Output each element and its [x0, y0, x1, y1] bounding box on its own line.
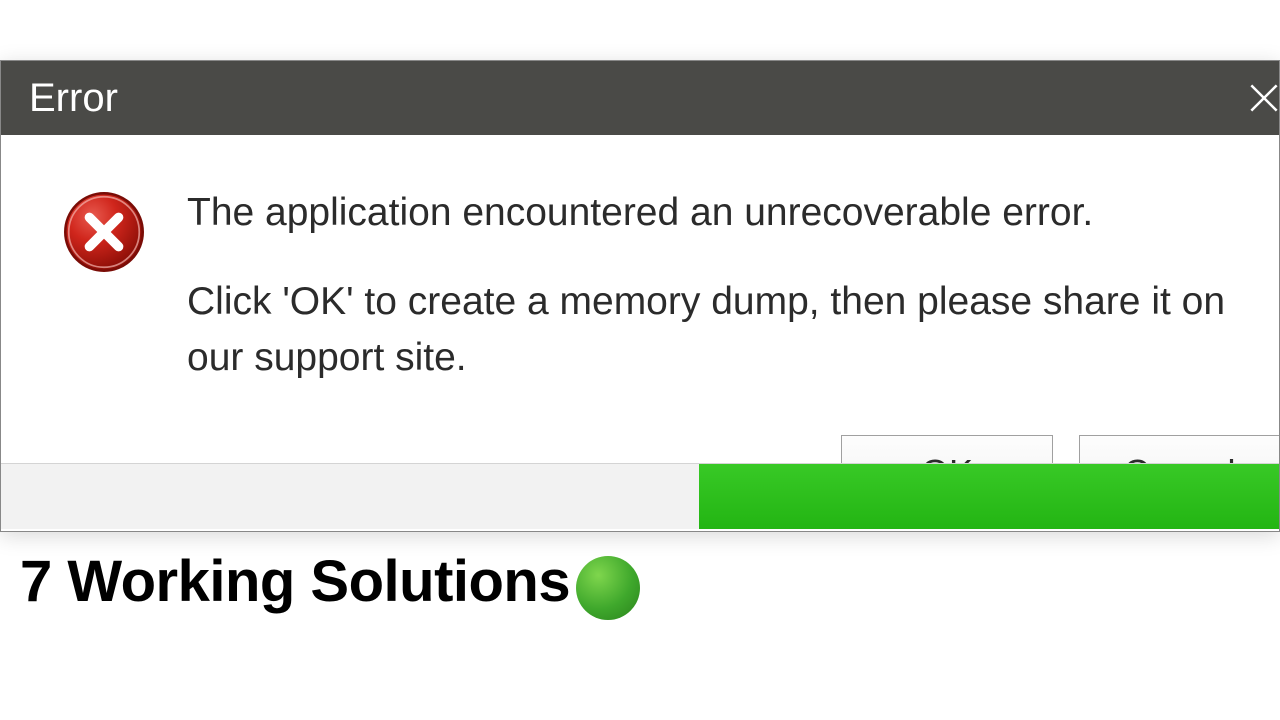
overlay-caption: 7 Working Solutions: [20, 548, 640, 615]
dialog-content: The application encountered an unrecover…: [1, 135, 1279, 423]
error-dialog: Error: [0, 60, 1280, 532]
message-line-1: The application encountered an unrecover…: [187, 185, 1239, 242]
dialog-title: Error: [29, 76, 118, 121]
error-icon: [61, 189, 147, 275]
error-icon-container: [41, 185, 147, 280]
close-button[interactable]: [1219, 61, 1279, 135]
close-icon: [1245, 79, 1279, 117]
titlebar: Error: [1, 61, 1279, 135]
progress-fill: [699, 464, 1279, 529]
green-dot-icon: [576, 556, 640, 620]
dialog-message: The application encountered an unrecover…: [187, 185, 1239, 387]
overlay-caption-text: 7 Working Solutions: [20, 548, 570, 615]
progress-bar: [1, 463, 1279, 529]
message-line-2: Click 'OK' to create a memory dump, then…: [187, 274, 1239, 387]
